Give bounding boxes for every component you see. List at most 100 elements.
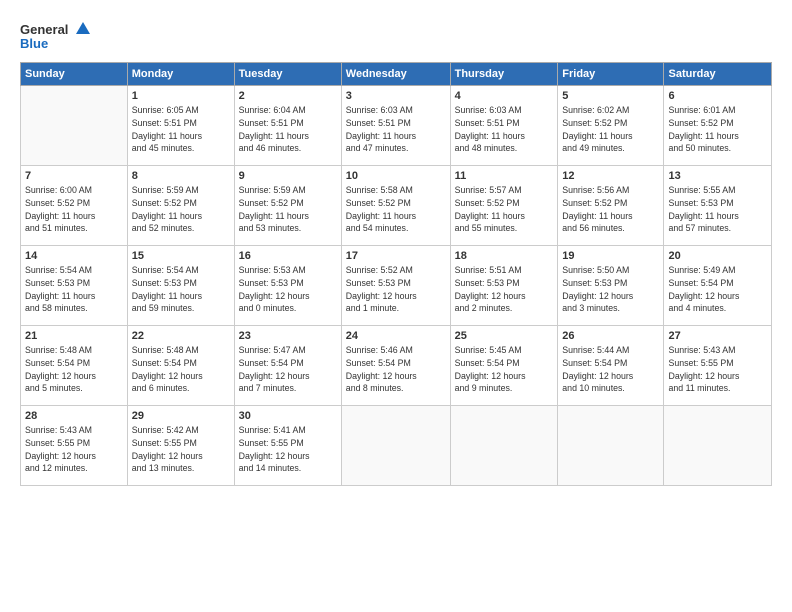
day-cell: 29 Sunrise: 5:42 AMSunset: 5:55 PMDayligh…: [127, 406, 234, 486]
day-info: Sunrise: 5:44 AMSunset: 5:54 PMDaylight:…: [562, 344, 659, 395]
col-header-thursday: Thursday: [450, 63, 558, 86]
day-info: Sunrise: 5:58 AMSunset: 5:52 PMDaylight:…: [346, 184, 446, 235]
day-cell: [558, 406, 664, 486]
col-header-monday: Monday: [127, 63, 234, 86]
day-cell: 23 Sunrise: 5:47 AMSunset: 5:54 PMDayligh…: [234, 326, 341, 406]
svg-text:Blue: Blue: [20, 36, 48, 51]
day-info: Sunrise: 5:48 AMSunset: 5:54 PMDaylight:…: [132, 344, 230, 395]
day-number: 17: [346, 250, 446, 262]
header: General Blue: [20, 18, 772, 54]
day-cell: 1 Sunrise: 6:05 AMSunset: 5:51 PMDaylight…: [127, 86, 234, 166]
day-cell: 6 Sunrise: 6:01 AMSunset: 5:52 PMDaylight…: [664, 86, 772, 166]
day-info: Sunrise: 6:05 AMSunset: 5:51 PMDaylight:…: [132, 104, 230, 155]
svg-text:General: General: [20, 22, 68, 37]
day-info: Sunrise: 5:49 AMSunset: 5:54 PMDaylight:…: [668, 264, 767, 315]
day-cell: 27 Sunrise: 5:43 AMSunset: 5:55 PMDayligh…: [664, 326, 772, 406]
day-cell: 10Sunrise: 5:58 AMSunset: 5:52 PMDayligh…: [341, 166, 450, 246]
day-number: 24: [346, 330, 446, 342]
week-row-5: 28 Sunrise: 5:43 AMSunset: 5:55 PMDayligh…: [21, 406, 772, 486]
day-cell: 13 Sunrise: 5:55 AMSunset: 5:53 PMDayligh…: [664, 166, 772, 246]
week-row-3: 14 Sunrise: 5:54 AMSunset: 5:53 PMDayligh…: [21, 246, 772, 326]
day-cell: 12 Sunrise: 5:56 AMSunset: 5:52 PMDayligh…: [558, 166, 664, 246]
day-cell: 24 Sunrise: 5:46 AMSunset: 5:54 PMDayligh…: [341, 326, 450, 406]
logo: General Blue: [20, 18, 90, 54]
day-number: 29: [132, 410, 230, 422]
day-info: Sunrise: 6:03 AMSunset: 5:51 PMDaylight:…: [346, 104, 446, 155]
day-cell: 5 Sunrise: 6:02 AMSunset: 5:52 PMDaylight…: [558, 86, 664, 166]
day-cell: [664, 406, 772, 486]
col-header-saturday: Saturday: [664, 63, 772, 86]
day-info: Sunrise: 5:51 AMSunset: 5:53 PMDaylight:…: [455, 264, 554, 315]
day-number: 21: [25, 330, 123, 342]
day-number: 19: [562, 250, 659, 262]
day-number: 26: [562, 330, 659, 342]
day-cell: 3 Sunrise: 6:03 AMSunset: 5:51 PMDaylight…: [341, 86, 450, 166]
calendar-table: SundayMondayTuesdayWednesdayThursdayFrid…: [20, 62, 772, 486]
day-cell: [341, 406, 450, 486]
day-info: Sunrise: 5:59 AMSunset: 5:52 PMDaylight:…: [239, 184, 337, 235]
col-header-sunday: Sunday: [21, 63, 128, 86]
day-number: 3: [346, 90, 446, 102]
day-number: 15: [132, 250, 230, 262]
day-info: Sunrise: 5:59 AMSunset: 5:52 PMDaylight:…: [132, 184, 230, 235]
day-cell: [21, 86, 128, 166]
day-number: 8: [132, 170, 230, 182]
day-cell: 11 Sunrise: 5:57 AMSunset: 5:52 PMDayligh…: [450, 166, 558, 246]
day-cell: 28 Sunrise: 5:43 AMSunset: 5:55 PMDayligh…: [21, 406, 128, 486]
day-info: Sunrise: 5:57 AMSunset: 5:52 PMDaylight:…: [455, 184, 554, 235]
day-cell: 19 Sunrise: 5:50 AMSunset: 5:53 PMDayligh…: [558, 246, 664, 326]
day-info: Sunrise: 5:47 AMSunset: 5:54 PMDaylight:…: [239, 344, 337, 395]
day-info: Sunrise: 6:01 AMSunset: 5:52 PMDaylight:…: [668, 104, 767, 155]
col-header-friday: Friday: [558, 63, 664, 86]
day-cell: 15 Sunrise: 5:54 AMSunset: 5:53 PMDayligh…: [127, 246, 234, 326]
week-row-2: 7 Sunrise: 6:00 AMSunset: 5:52 PMDaylight…: [21, 166, 772, 246]
day-info: Sunrise: 5:43 AMSunset: 5:55 PMDaylight:…: [25, 424, 123, 475]
day-number: 28: [25, 410, 123, 422]
col-header-wednesday: Wednesday: [341, 63, 450, 86]
week-row-4: 21 Sunrise: 5:48 AMSunset: 5:54 PMDayligh…: [21, 326, 772, 406]
day-cell: 26 Sunrise: 5:44 AMSunset: 5:54 PMDayligh…: [558, 326, 664, 406]
day-info: Sunrise: 5:52 AMSunset: 5:53 PMDaylight:…: [346, 264, 446, 315]
day-info: Sunrise: 5:41 AMSunset: 5:55 PMDaylight:…: [239, 424, 337, 475]
day-info: Sunrise: 6:00 AMSunset: 5:52 PMDaylight:…: [25, 184, 123, 235]
day-number: 11: [455, 170, 554, 182]
day-number: 7: [25, 170, 123, 182]
day-cell: 4Sunrise: 6:03 AMSunset: 5:51 PMDaylight…: [450, 86, 558, 166]
day-info: Sunrise: 5:43 AMSunset: 5:55 PMDaylight:…: [668, 344, 767, 395]
day-number: 27: [668, 330, 767, 342]
day-number: 1: [132, 90, 230, 102]
day-number: 5: [562, 90, 659, 102]
day-number: 16: [239, 250, 337, 262]
day-info: Sunrise: 5:55 AMSunset: 5:53 PMDaylight:…: [668, 184, 767, 235]
day-number: 23: [239, 330, 337, 342]
day-info: Sunrise: 6:04 AMSunset: 5:51 PMDaylight:…: [239, 104, 337, 155]
calendar-page: General Blue SundayMondayTuesdayWednesda…: [0, 0, 792, 612]
week-row-1: 1 Sunrise: 6:05 AMSunset: 5:51 PMDaylight…: [21, 86, 772, 166]
logo-svg: General Blue: [20, 18, 90, 54]
day-info: Sunrise: 5:50 AMSunset: 5:53 PMDaylight:…: [562, 264, 659, 315]
day-info: Sunrise: 5:56 AMSunset: 5:52 PMDaylight:…: [562, 184, 659, 235]
day-number: 4: [455, 90, 554, 102]
day-number: 6: [668, 90, 767, 102]
day-cell: 30Sunrise: 5:41 AMSunset: 5:55 PMDayligh…: [234, 406, 341, 486]
day-cell: 16 Sunrise: 5:53 AMSunset: 5:53 PMDayligh…: [234, 246, 341, 326]
day-info: Sunrise: 5:42 AMSunset: 5:55 PMDaylight:…: [132, 424, 230, 475]
day-number: 22: [132, 330, 230, 342]
day-number: 2: [239, 90, 337, 102]
day-cell: 18Sunrise: 5:51 AMSunset: 5:53 PMDayligh…: [450, 246, 558, 326]
day-info: Sunrise: 6:02 AMSunset: 5:52 PMDaylight:…: [562, 104, 659, 155]
day-number: 12: [562, 170, 659, 182]
day-number: 25: [455, 330, 554, 342]
day-cell: 20Sunrise: 5:49 AMSunset: 5:54 PMDayligh…: [664, 246, 772, 326]
day-info: Sunrise: 5:54 AMSunset: 5:53 PMDaylight:…: [132, 264, 230, 315]
day-info: Sunrise: 5:53 AMSunset: 5:53 PMDaylight:…: [239, 264, 337, 315]
day-cell: 22 Sunrise: 5:48 AMSunset: 5:54 PMDayligh…: [127, 326, 234, 406]
day-number: 13: [668, 170, 767, 182]
day-number: 14: [25, 250, 123, 262]
day-cell: 21Sunrise: 5:48 AMSunset: 5:54 PMDayligh…: [21, 326, 128, 406]
day-info: Sunrise: 5:45 AMSunset: 5:54 PMDaylight:…: [455, 344, 554, 395]
day-info: Sunrise: 5:46 AMSunset: 5:54 PMDaylight:…: [346, 344, 446, 395]
col-header-tuesday: Tuesday: [234, 63, 341, 86]
day-cell: 7 Sunrise: 6:00 AMSunset: 5:52 PMDaylight…: [21, 166, 128, 246]
day-cell: 8 Sunrise: 5:59 AMSunset: 5:52 PMDaylight…: [127, 166, 234, 246]
